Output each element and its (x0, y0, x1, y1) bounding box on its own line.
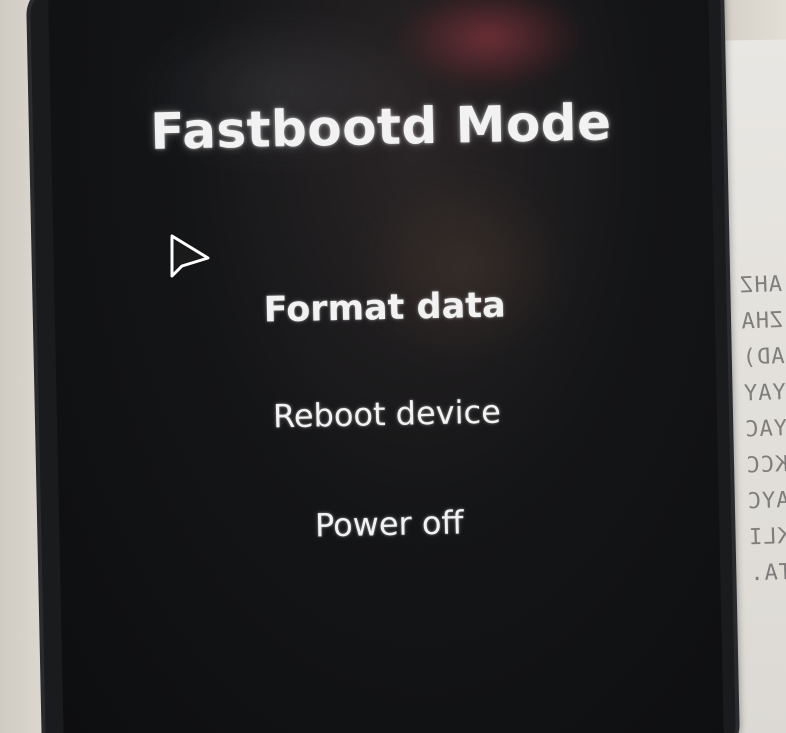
phone-screen: Fastbootd Mode Format data Reboot device… (48, 0, 724, 733)
photo-scene: AHZ ZHA AD) YAY YAC KCC AYC KLI TA. Fastbootd Mo… (0, 0, 786, 733)
mouse-pointer-icon (170, 234, 210, 278)
fastbootd-title: Fastbootd Mode (149, 93, 612, 161)
menu-item-power-off[interactable]: Power off (59, 498, 720, 550)
screen-reflection (351, 166, 576, 371)
menu-item-format-data[interactable]: Format data (54, 281, 715, 335)
menu-item-reboot-device[interactable]: Reboot device (57, 388, 718, 440)
